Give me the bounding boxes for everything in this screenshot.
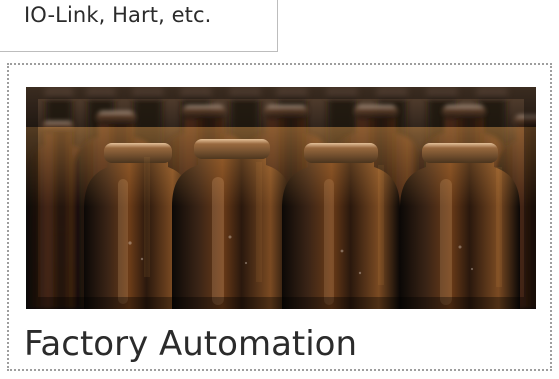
- previous-card-text: IO-Link, Hart, etc.: [24, 3, 212, 27]
- bottles-photo-icon: [26, 87, 536, 309]
- factory-automation-tile[interactable]: Factory Automation: [7, 63, 552, 371]
- page: IO-Link, Hart, etc. Factory Automation: [0, 0, 559, 379]
- previous-card[interactable]: IO-Link, Hart, etc.: [0, 0, 278, 52]
- tile-title: Factory Automation: [24, 324, 358, 364]
- bottles-photo[interactable]: [26, 87, 536, 309]
